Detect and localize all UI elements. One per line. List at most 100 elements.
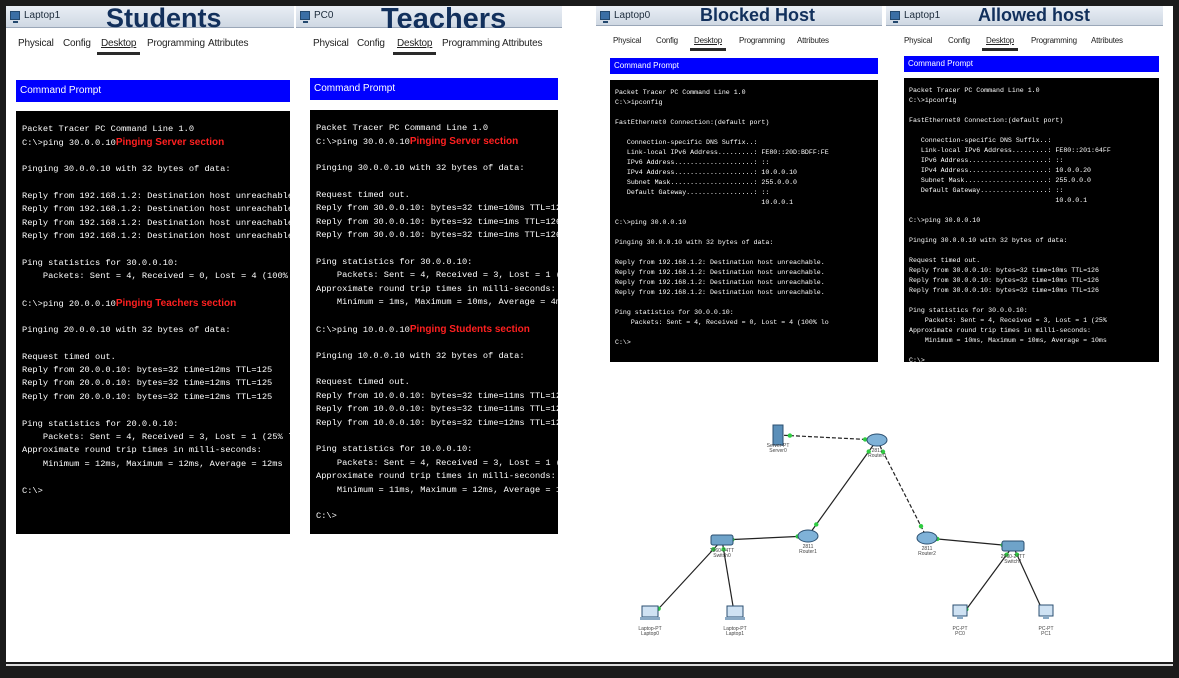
terminal-line: Request timed out. [909, 256, 1154, 266]
teachers-tabs: Physical Config Desktop Programming Attr… [296, 28, 562, 58]
terminal-line: IPv6 Address....................: :: [909, 156, 1154, 166]
terminal-line-text: C:\> [316, 511, 337, 522]
terminal-line: Reply from 10.0.0.10: bytes=32 time=11ms… [316, 390, 558, 403]
terminal-line-text: IPv4 Address....................: 10.0.0… [909, 167, 1092, 174]
node-sublabel: Switch1 [1004, 559, 1022, 565]
terminal-line-text: Pinging 10.0.0.10 with 32 bytes of data: [316, 350, 525, 361]
terminal-line: C:\>ping 10.0.0.10Pinging Students secti… [316, 323, 552, 336]
tab-physical[interactable]: Physical [18, 38, 54, 49]
tab-physical[interactable]: Physical [613, 36, 641, 45]
terminal-line-text: Reply from 192.168.1.2: Destination host… [615, 269, 825, 276]
teachers-terminal[interactable]: Packet Tracer PC Command Line 1.0 C:\>pin… [310, 110, 558, 534]
students-command-prompt-bar[interactable]: Command Prompt [16, 80, 290, 102]
tab-programming[interactable]: Programming [739, 36, 785, 45]
allowed-command-prompt-bar[interactable]: Command Prompt [904, 56, 1159, 72]
terminal-line-text: Request timed out. [909, 257, 981, 264]
laptop-icon [890, 11, 900, 23]
tab-config[interactable]: Config [948, 36, 970, 45]
router-icon [866, 433, 888, 447]
terminal-line-text: Reply from 20.0.0.10: bytes=32 time=12ms… [22, 365, 273, 376]
terminal-line-text: Request timed out. [316, 189, 410, 200]
tab-attributes[interactable]: Attributes [1091, 36, 1123, 45]
tab-attributes[interactable]: Attributes [208, 38, 248, 49]
tab-desktop[interactable]: Desktop [982, 36, 1018, 51]
terminal-line-text: IPv6 Address....................: :: [615, 159, 770, 166]
terminal-line: IPv6 Address....................: :: [615, 158, 873, 168]
terminal-line: Reply from 192.168.1.2: Destination host… [22, 230, 290, 243]
terminal-line-text: Request timed out. [22, 351, 116, 362]
topology-svg: Server-PTServer0 2811Router02811Router1 28… [638, 424, 1054, 637]
blocked-terminal[interactable]: Packet Tracer PC Command Line 1.0 C:\>ipc… [610, 80, 878, 362]
terminal-line: Minimum = 12ms, Maximum = 12ms, Average … [22, 458, 284, 471]
terminal-line-text: C:\>ping 20.0.0.10 [22, 299, 116, 310]
terminal-line-text: Reply from 20.0.0.10: bytes=32 time=12ms… [22, 378, 273, 389]
students-tabs: Physical Config Desktop Programming Attr… [6, 28, 294, 58]
terminal-line-text: Pinging 30.0.0.10 with 32 bytes of data: [615, 239, 774, 246]
tab-desktop[interactable]: Desktop [392, 38, 437, 55]
laptop-icon [10, 11, 20, 23]
students-terminal[interactable]: Packet Tracer PC Command Line 1.0 C:\>pin… [16, 111, 290, 534]
tab-programming[interactable]: Programming [1031, 36, 1077, 45]
blocked-host-window: Laptop0 Blocked Host Physical Config Des… [596, 6, 882, 362]
laptop-icon [600, 11, 610, 23]
terminal-line-text: Approximate round trip times in milli-se… [22, 445, 262, 456]
terminal-line-text: Minimum = 11ms, Maximum = 12ms, Average … [316, 484, 558, 495]
tab-programming[interactable]: Programming [147, 38, 205, 49]
students-titlebar: Laptop1 Students [6, 6, 294, 33]
terminal-line-text: Packets: Sent = 4, Received = 3, Lost = … [316, 270, 558, 281]
terminal-line: Approximate round trip times in milli-se… [316, 470, 556, 483]
terminal-line: C:\>ipconfig [615, 98, 873, 108]
terminal-line-text: Packets: Sent = 4, Received = 3, Lost = … [22, 431, 290, 442]
tab-config[interactable]: Config [63, 38, 91, 49]
terminal-line-text: Connection-specific DNS Suffix..: [615, 139, 758, 146]
tab-physical[interactable]: Physical [313, 38, 349, 49]
terminal-line-text: C:\>ping 30.0.0.10 [22, 138, 116, 149]
tab-desktop[interactable]: Desktop [96, 38, 141, 55]
terminal-line-text: Reply from 192.168.1.2: Destination host… [615, 259, 825, 266]
terminal-line-text: Minimum = 1ms, Maximum = 10ms, Average =… [316, 297, 558, 308]
section-annotation: Pinging Server section [115, 137, 225, 149]
tab-config[interactable]: Config [656, 36, 678, 45]
tab-physical[interactable]: Physical [904, 36, 932, 45]
terminal-line: Connection-specific DNS Suffix..: [615, 138, 873, 148]
node-sublabel: PC1 [1041, 631, 1051, 637]
terminal-line-text: Ping statistics for 30.0.0.10: [316, 256, 473, 267]
terminal-line-text: Ping statistics for 30.0.0.10: [22, 257, 179, 268]
node-sublabel: Laptop0 [641, 631, 659, 637]
laptop-base-icon [640, 617, 660, 620]
terminal-line: Ping statistics for 20.0.0.10: [22, 418, 284, 431]
terminal-line: FastEthernet0 Connection:(default port) [615, 118, 873, 128]
tab-config[interactable]: Config [357, 38, 385, 49]
terminal-line: Ping statistics for 30.0.0.10: [316, 256, 552, 269]
terminal-line-text: Reply from 10.0.0.10: bytes=32 time=11ms… [316, 404, 558, 415]
terminal-line-text: Reply from 10.0.0.10: bytes=32 time=12ms… [316, 417, 558, 428]
terminal-line: IPv4 Address....................: 10.0.0… [615, 168, 873, 178]
terminal-line-text: Request timed out. [316, 377, 410, 388]
terminal-line: Ping statistics for 30.0.0.10: [22, 257, 284, 270]
terminal-line: Default Gateway.................: :: [615, 188, 873, 198]
terminal-line: Pinging 30.0.0.10 with 32 bytes of data: [615, 238, 873, 248]
terminal-line: Request timed out. [316, 189, 552, 202]
blocked-command-prompt-bar[interactable]: Command Prompt [610, 58, 878, 74]
tab-attributes[interactable]: Attributes [502, 38, 542, 49]
network-link [926, 537, 1014, 547]
terminal-line: Default Gateway.................: :: [909, 186, 1154, 196]
terminal-line-text: Ping statistics for 30.0.0.10: [615, 309, 734, 316]
terminal-line-text: Approximate round trip times in milli-se… [316, 471, 556, 482]
tab-desktop[interactable]: Desktop [690, 36, 726, 51]
tab-attributes[interactable]: Attributes [797, 36, 829, 45]
allowed-terminal[interactable]: Packet Tracer PC Command Line 1.0 C:\>ipc… [904, 78, 1159, 362]
tab-programming[interactable]: Programming [442, 38, 500, 49]
laptop-icon [726, 605, 744, 618]
teachers-command-prompt-bar[interactable]: Command Prompt [310, 78, 558, 100]
terminal-line-text: C:\> [909, 357, 925, 362]
terminal-line-text: C:\> [615, 339, 631, 346]
terminal-line: C:\>ping 30.0.0.10Pinging Server section [22, 136, 284, 149]
terminal-line-text: Reply from 192.168.1.2: Destination host… [615, 289, 825, 296]
terminal-line-text: Reply from 192.168.1.2: Destination host… [22, 231, 290, 242]
